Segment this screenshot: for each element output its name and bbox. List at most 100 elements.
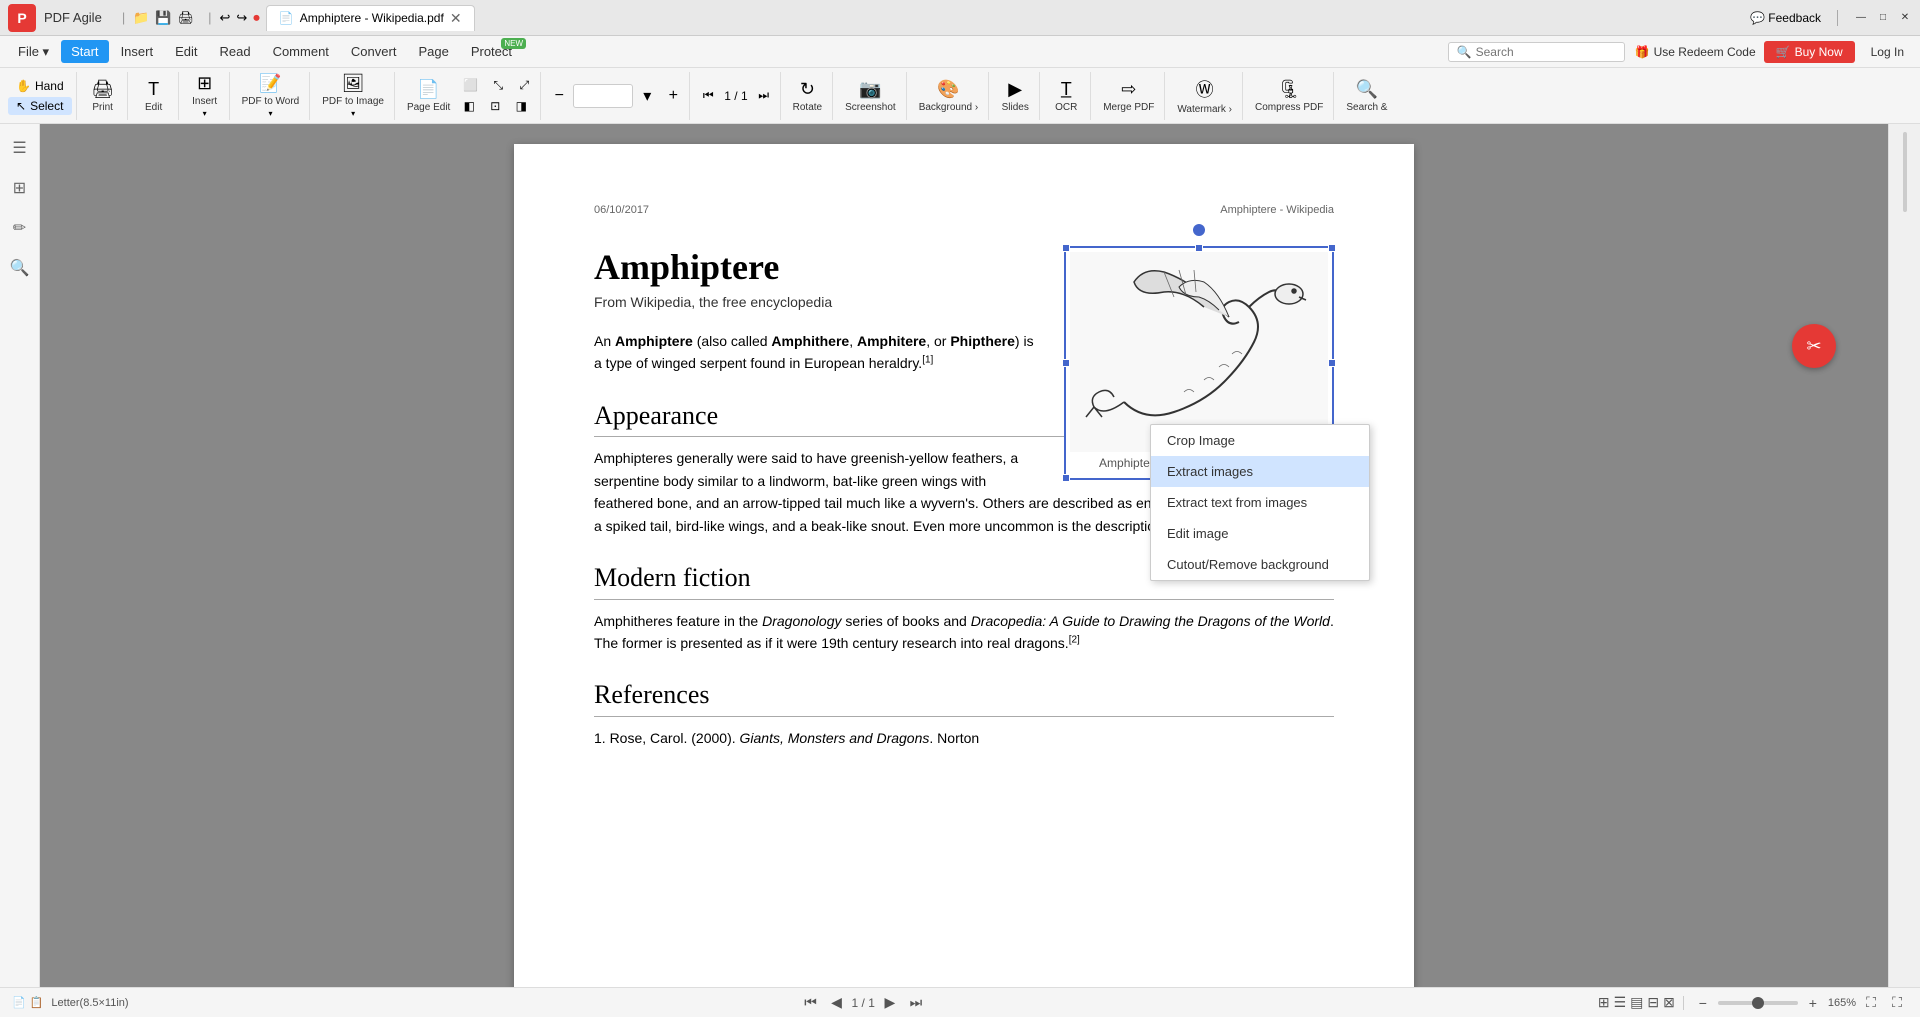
- view-icon-1[interactable]: ⊞: [1598, 994, 1610, 1011]
- window-controls: 💬 Feedback — □ ✕: [1750, 10, 1912, 26]
- edit-button[interactable]: T Edit: [134, 74, 174, 118]
- search-box[interactable]: 🔍: [1448, 42, 1625, 62]
- close-window-button[interactable]: ✕: [1898, 11, 1912, 25]
- page-icon-2[interactable]: 📋: [30, 996, 44, 1009]
- login-button[interactable]: Log In: [1863, 41, 1912, 63]
- pdf-to-word-button[interactable]: 📝 PDF to Word ▾: [236, 74, 306, 118]
- zoom-in-button[interactable]: +: [661, 84, 685, 108]
- scroll-thumb[interactable]: [1903, 132, 1907, 212]
- first-page-button[interactable]: ⏮: [800, 992, 822, 1014]
- zoom-out-status[interactable]: −: [1692, 992, 1714, 1014]
- page-tool-2[interactable]: ⤡: [486, 75, 510, 95]
- handle-bl[interactable]: [1062, 474, 1070, 482]
- fullscreen-button[interactable]: ⛶: [1886, 992, 1908, 1014]
- record-icon[interactable]: ⏺: [253, 10, 260, 26]
- menu-file[interactable]: File ▾: [8, 40, 59, 64]
- fab-button[interactable]: ✂: [1792, 324, 1836, 368]
- menu-page[interactable]: Page: [408, 40, 458, 63]
- ocr-button[interactable]: T̲ OCR: [1046, 74, 1086, 118]
- handle-ml[interactable]: [1062, 359, 1070, 367]
- hand-tool-button[interactable]: ✋ Hand: [8, 77, 72, 95]
- zoom-in-status[interactable]: +: [1802, 992, 1824, 1014]
- right-scrollbar[interactable]: [1888, 124, 1920, 987]
- print-button[interactable]: 🖨 Print: [83, 74, 123, 118]
- page-tool-5[interactable]: ⊡: [483, 96, 507, 116]
- copy-icon: ⬜: [463, 78, 478, 92]
- article-image-inner: [1070, 252, 1328, 452]
- tool-group-screenshot: 📷 Screenshot: [835, 72, 907, 120]
- zoom-input[interactable]: 165%: [573, 84, 633, 108]
- page-edit-button[interactable]: 📄 Page Edit: [401, 74, 456, 118]
- zoom-slider-thumb[interactable]: [1752, 997, 1764, 1009]
- view-icon-3[interactable]: ▤: [1630, 994, 1643, 1011]
- page-icon-1[interactable]: 📄: [12, 996, 26, 1009]
- view-icon-2[interactable]: ☰: [1614, 994, 1627, 1011]
- view-icon-5[interactable]: ⊠: [1663, 994, 1675, 1011]
- rotate-button[interactable]: ↻ Rotate: [787, 74, 828, 118]
- insert-button[interactable]: ⊞ Insert ▾: [185, 74, 225, 118]
- open-folder-icon[interactable]: 📁: [133, 10, 149, 26]
- menu-read[interactable]: Read: [209, 40, 260, 63]
- handle-tr[interactable]: [1328, 244, 1336, 252]
- print-icon[interactable]: 🖨: [178, 10, 195, 26]
- ctx-extract-text[interactable]: Extract text from images: [1151, 487, 1369, 518]
- redo-icon[interactable]: ↪: [236, 10, 247, 26]
- content-area[interactable]: 06/10/2017 Amphiptere - Wikipedia: [40, 124, 1888, 987]
- background-button[interactable]: 🎨 Background ›: [913, 74, 985, 118]
- ctx-crop-image[interactable]: Crop Image: [1151, 425, 1369, 456]
- merge-pdf-button[interactable]: ⇨ Merge PDF: [1097, 74, 1160, 118]
- menu-comment[interactable]: Comment: [263, 40, 339, 63]
- view-icon-4[interactable]: ⊟: [1647, 994, 1659, 1011]
- pdf-to-image-button[interactable]: 🖼 PDF to Image ▾: [316, 74, 390, 118]
- feedback-button[interactable]: 💬 Feedback: [1750, 11, 1821, 25]
- maximize-button[interactable]: □: [1876, 11, 1890, 25]
- slides-button[interactable]: ▶ Slides: [995, 74, 1035, 118]
- tool-group-ocr: T̲ OCR: [1042, 72, 1091, 120]
- zoom-out-button[interactable]: −: [547, 84, 571, 108]
- page-tool-6[interactable]: ◨: [509, 96, 533, 116]
- zoom-dropdown-button[interactable]: ▾: [635, 84, 659, 108]
- sidebar-grid-icon[interactable]: ⊞: [4, 172, 36, 204]
- page-tool-4[interactable]: ◧: [457, 96, 481, 116]
- save-icon[interactable]: 💾: [155, 10, 171, 26]
- page-tool-3[interactable]: ⤢: [512, 75, 536, 95]
- prev-page-button[interactable]: ⏮: [696, 84, 720, 108]
- page-tool-1[interactable]: ⬜: [457, 75, 484, 95]
- ctx-cutout-bg[interactable]: Cutout/Remove background: [1151, 549, 1369, 580]
- tab-close-button[interactable]: ✕: [450, 10, 462, 27]
- select-tool-button[interactable]: ↖ Select: [8, 97, 72, 115]
- zoom-slider[interactable]: [1718, 1001, 1798, 1005]
- menu-start[interactable]: Start: [61, 40, 108, 63]
- compress-pdf-button[interactable]: 🗜 Compress PDF: [1249, 74, 1329, 118]
- screenshot-button[interactable]: 📷 Screenshot: [839, 74, 902, 118]
- handle-mr[interactable]: [1328, 359, 1336, 367]
- undo-icon[interactable]: ↩: [219, 10, 230, 26]
- handle-tl[interactable]: [1062, 244, 1070, 252]
- fit-page-button[interactable]: ⛶: [1860, 992, 1882, 1014]
- ctx-extract-images[interactable]: Extract images: [1151, 456, 1369, 487]
- menu-protect[interactable]: Protect NEW: [461, 40, 522, 63]
- handle-tc[interactable]: [1195, 244, 1203, 252]
- file-tab[interactable]: 📄 Amphiptere - Wikipedia.pdf ✕: [266, 5, 475, 31]
- sidebar-edit-icon[interactable]: ✏: [4, 212, 36, 244]
- search-button[interactable]: 🔍 Search &: [1340, 74, 1393, 118]
- prev-page-button[interactable]: ◀: [826, 992, 848, 1014]
- minimize-button[interactable]: —: [1854, 11, 1868, 25]
- next-page-btn[interactable]: ▶: [879, 992, 901, 1014]
- search-input[interactable]: [1476, 45, 1616, 59]
- redeem-button[interactable]: 🎁 Use Redeem Code: [1635, 45, 1756, 59]
- hand-select-group: ✋ Hand ↖ Select: [8, 77, 72, 115]
- page-header: 06/10/2017 Amphiptere - Wikipedia: [594, 204, 1334, 216]
- sidebar-search-icon[interactable]: 🔍: [4, 252, 36, 284]
- buy-now-button[interactable]: 🛒 Buy Now: [1764, 41, 1855, 63]
- handle-rotate[interactable]: [1193, 224, 1205, 236]
- menu-convert[interactable]: Convert: [341, 40, 407, 63]
- menu-insert[interactable]: Insert: [111, 40, 164, 63]
- last-page-button[interactable]: ⏭: [905, 992, 927, 1014]
- section-references-title: References: [594, 674, 1334, 717]
- ctx-edit-image[interactable]: Edit image: [1151, 518, 1369, 549]
- sidebar-list-icon[interactable]: ☰: [4, 132, 36, 164]
- menu-edit[interactable]: Edit: [165, 40, 207, 63]
- next-page-button[interactable]: ⏭: [752, 84, 776, 108]
- watermark-button[interactable]: Ⓦ Watermark ›: [1171, 74, 1238, 118]
